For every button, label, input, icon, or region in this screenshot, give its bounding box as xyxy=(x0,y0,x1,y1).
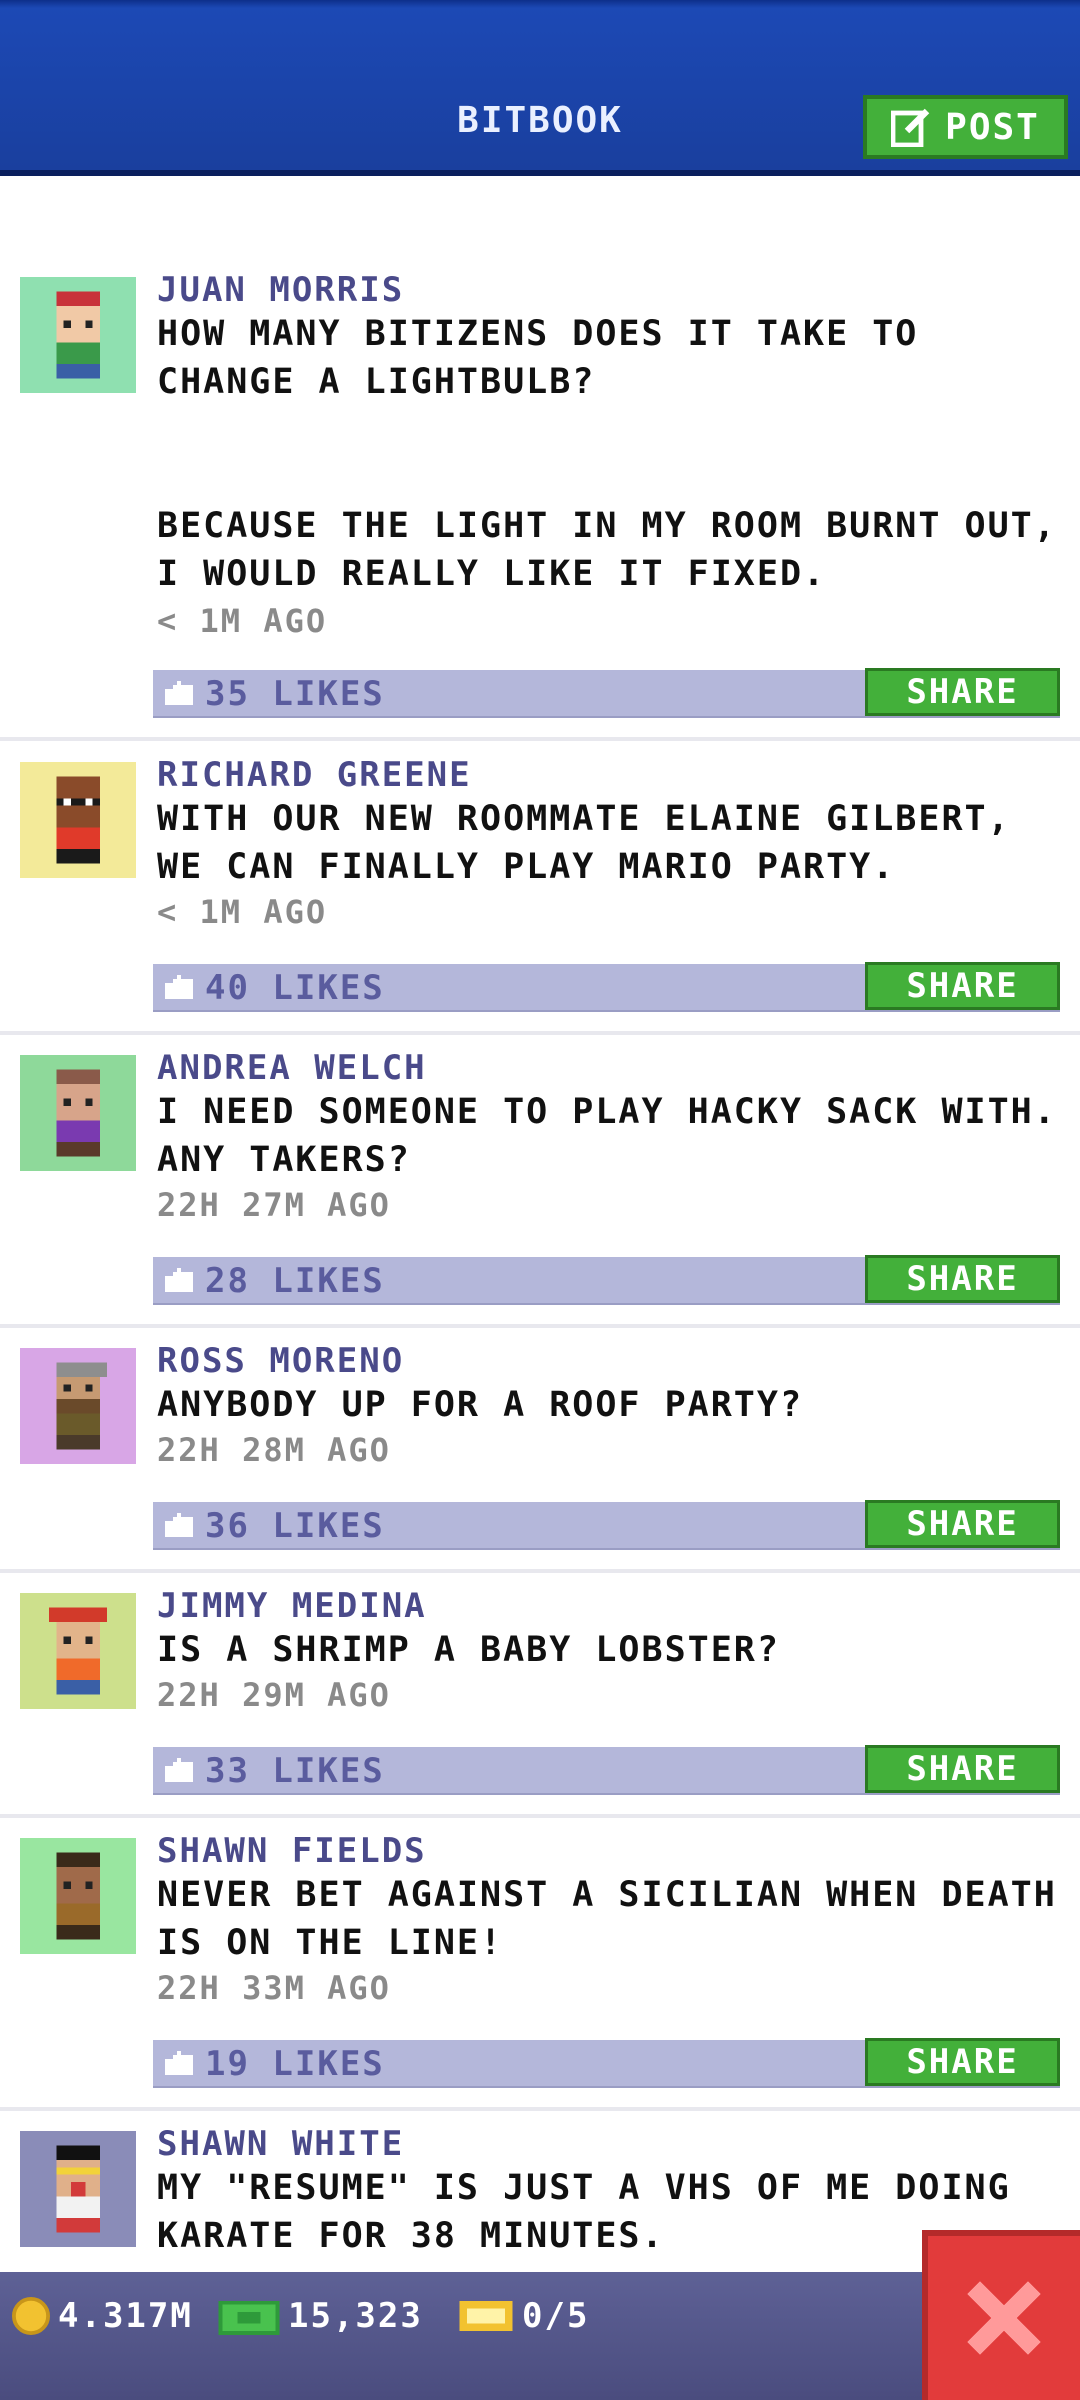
post-author[interactable]: ROSS MORENO xyxy=(157,1341,404,1381)
avatar[interactable] xyxy=(20,1593,136,1709)
post-message: I NEED SOMEONE TO PLAY HACKY SACK WITH. … xyxy=(157,1092,1057,1180)
share-button[interactable]: SHARE xyxy=(865,1500,1060,1548)
post-button-label: POST xyxy=(945,106,1040,148)
like-bar: 33 LIKES SHARE xyxy=(153,1745,1060,1795)
post-message: IS A SHRIMP A BABY LOBSTER? xyxy=(157,1630,780,1670)
post-message: WITH OUR NEW ROOMMATE ELAINE GILBERT, WE… xyxy=(157,799,1011,887)
likes-count: 36 LIKES xyxy=(205,1506,385,1546)
tickets-stat[interactable]: 0/5 xyxy=(458,2296,589,2336)
like-bar: 36 LIKES SHARE xyxy=(153,1500,1060,1550)
post-author[interactable]: JIMMY MEDINA xyxy=(157,1586,427,1626)
post-message: ANYBODY UP FOR A ROOF PARTY? xyxy=(157,1385,804,1425)
bitizen-sunglasses-icon xyxy=(56,2145,100,2233)
post-message: HOW MANY BITIZENS DOES IT TAKE TO CHANGE… xyxy=(157,314,1057,594)
bitizen-mask-icon xyxy=(56,776,100,864)
share-button[interactable]: SHARE xyxy=(865,668,1060,716)
avatar[interactable] xyxy=(20,2131,136,2247)
post-button[interactable]: POST xyxy=(863,95,1068,159)
close-button[interactable] xyxy=(922,2230,1080,2400)
divider xyxy=(0,737,1080,741)
avatar[interactable] xyxy=(20,1348,136,1464)
avatar[interactable] xyxy=(20,277,136,393)
thumbs-up-icon[interactable] xyxy=(165,974,193,1004)
coins-value: 4.317M xyxy=(58,2296,193,2336)
thumbs-up-icon[interactable] xyxy=(165,1757,193,1787)
avatar[interactable] xyxy=(20,1055,136,1171)
post-author[interactable]: SHAWN WHITE xyxy=(157,2124,404,2164)
likes-count: 40 LIKES xyxy=(205,968,385,1008)
divider xyxy=(0,1031,1080,1035)
thumbs-up-icon[interactable] xyxy=(165,680,193,710)
avatar[interactable] xyxy=(20,1838,136,1954)
post-time: < 1M AGO xyxy=(157,893,328,931)
bitizen-red-cap-icon xyxy=(56,291,100,379)
post-message: NEVER BET AGAINST A SICILIAN WHEN DEATH … xyxy=(157,1875,1057,1963)
compose-icon xyxy=(891,107,931,147)
post-time: 22H 29M AGO xyxy=(157,1676,391,1714)
post-author[interactable]: RICHARD GREENE xyxy=(157,755,472,795)
divider xyxy=(0,1569,1080,1573)
divider xyxy=(0,1324,1080,1328)
divider xyxy=(0,2107,1080,2111)
post-author[interactable]: SHAWN FIELDS xyxy=(157,1831,427,1871)
likes-count: 33 LIKES xyxy=(205,1751,385,1791)
likes-count: 19 LIKES xyxy=(205,2044,385,2084)
like-bar: 28 LIKES SHARE xyxy=(153,1255,1060,1305)
bux-stat[interactable]: 15,323 xyxy=(218,2296,423,2336)
tickets-value: 0/5 xyxy=(522,2296,590,2336)
feed[interactable]: JUAN MORRIS HOW MANY BITIZENS DOES IT TA… xyxy=(0,170,1080,2272)
like-bar: 35 LIKES SHARE xyxy=(153,668,1060,718)
bitizen-brown-jacket-icon xyxy=(56,1852,100,1940)
bitizen-red-cap-icon xyxy=(49,1607,107,1695)
divider xyxy=(0,1814,1080,1818)
coins-stat[interactable]: 4.317M xyxy=(12,2296,193,2336)
like-bar: 40 LIKES SHARE xyxy=(153,962,1060,1012)
bitizen-purple-shirt-icon xyxy=(56,1069,100,1157)
currency-bar: 4.317M 15,323 0/5 xyxy=(0,2272,1080,2400)
share-button[interactable]: SHARE xyxy=(865,1255,1060,1303)
avatar[interactable] xyxy=(20,762,136,878)
coin-icon xyxy=(12,2297,50,2335)
like-bar: 19 LIKES SHARE xyxy=(153,2038,1060,2088)
likes-count: 35 LIKES xyxy=(205,674,385,714)
post-time: 22H 28M AGO xyxy=(157,1431,391,1469)
post-author[interactable]: ANDREA WELCH xyxy=(157,1048,427,1088)
share-button[interactable]: SHARE xyxy=(865,962,1060,1010)
ticket-icon xyxy=(459,2300,513,2332)
share-button[interactable]: SHARE xyxy=(865,1745,1060,1793)
app-header: BITBOOK POST xyxy=(0,0,1080,176)
post-time: 22H 33M AGO xyxy=(157,1969,391,2007)
thumbs-up-icon[interactable] xyxy=(165,1512,193,1542)
thumbs-up-icon[interactable] xyxy=(165,2050,193,2080)
thumbs-up-icon[interactable] xyxy=(165,1267,193,1297)
likes-count: 28 LIKES xyxy=(205,1261,385,1301)
post-time: 22H 27M AGO xyxy=(157,1186,391,1224)
post-author[interactable]: JUAN MORRIS xyxy=(157,270,404,310)
post-time: < 1M AGO xyxy=(157,602,328,640)
bux-value: 15,323 xyxy=(288,2296,423,2336)
bux-icon xyxy=(218,2300,280,2335)
share-button[interactable]: SHARE xyxy=(865,2038,1060,2086)
close-icon xyxy=(967,2281,1041,2355)
bitizen-grey-cap-icon xyxy=(56,1362,107,1450)
